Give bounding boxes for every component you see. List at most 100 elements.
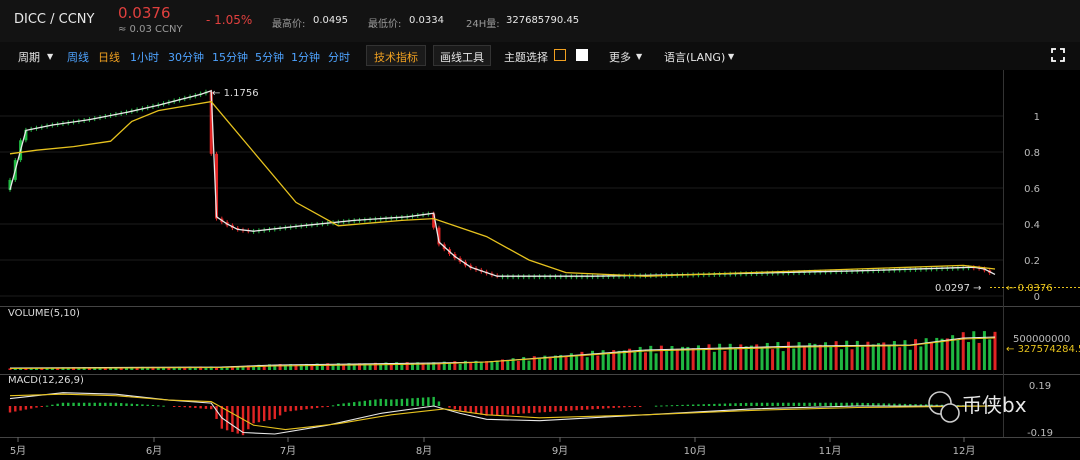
- macd-bar: [331, 405, 335, 407]
- period-timeline[interactable]: 分时: [328, 49, 350, 65]
- macd-bar: [469, 406, 472, 413]
- converted-price: ≈ 0.03 CCNY: [118, 24, 183, 35]
- watermark: 币侠bx: [928, 391, 1027, 423]
- macd-bar: [623, 406, 626, 408]
- macd-bar: [321, 406, 324, 408]
- macd-bar: [792, 402, 795, 406]
- macd-bar: [262, 406, 266, 422]
- period-15m[interactable]: 15分钟: [212, 49, 248, 65]
- macd-bar: [755, 402, 758, 406]
- volume-bar: [839, 349, 843, 370]
- macd-bar: [496, 406, 499, 416]
- macd-bar: [98, 402, 102, 406]
- min-price-label: 0.0297 →: [935, 283, 982, 294]
- date-tick-label: 9月: [552, 445, 568, 457]
- volume-bar: [495, 360, 499, 370]
- volume-bar: [448, 363, 452, 370]
- macd-bar: [178, 406, 181, 407]
- macd-bar: [379, 398, 382, 406]
- volume-bar: [331, 365, 335, 370]
- theme-light-swatch[interactable]: [576, 49, 588, 61]
- date-tick-label: 8月: [416, 445, 432, 457]
- macd-bar: [411, 398, 414, 406]
- macd-bar: [390, 399, 393, 406]
- macd-bar: [850, 402, 854, 406]
- macd-bar: [575, 406, 578, 411]
- volume-bar: [861, 346, 865, 370]
- macd-panel-title: MACD(12,26,9): [8, 375, 84, 386]
- macd-bar: [453, 406, 457, 410]
- macd-bar: [787, 402, 790, 406]
- period-5m[interactable]: 5分钟: [255, 49, 284, 65]
- macd-bar: [840, 402, 843, 406]
- theme-dark-swatch[interactable]: [554, 49, 566, 61]
- macd-bar: [40, 406, 43, 407]
- macd-bar: [808, 402, 811, 406]
- price-tick-label: 1: [1034, 112, 1040, 123]
- macd-bar: [358, 401, 361, 406]
- macd-bar: [691, 404, 695, 406]
- macd-bar: [162, 405, 165, 407]
- more-chevron-icon[interactable]: ▼: [636, 52, 642, 61]
- macd-bar: [151, 405, 155, 407]
- macd-bar: [633, 406, 637, 407]
- macd-bar: [353, 402, 356, 406]
- macd-bar: [252, 406, 255, 424]
- macd-bar: [718, 403, 721, 406]
- macd-tick-label: -0.19: [1027, 428, 1053, 439]
- macd-bar: [638, 406, 642, 407]
- macd-bar: [533, 406, 536, 413]
- macd-bar: [19, 406, 22, 411]
- volume-bar: [654, 353, 658, 370]
- period-menu[interactable]: 周期: [18, 49, 40, 65]
- period-30m[interactable]: 30分钟: [168, 49, 204, 65]
- macd-bar: [766, 402, 769, 406]
- macd-bar: [517, 406, 520, 414]
- macd-bar: [88, 402, 91, 406]
- volume-bar: [643, 352, 647, 370]
- macd-histogram: [8, 396, 981, 436]
- macd-bar: [813, 402, 817, 406]
- macd-bar: [284, 406, 287, 412]
- price-tick-label: 0.8: [1024, 148, 1040, 159]
- more-menu[interactable]: 更多: [609, 49, 631, 65]
- language-chevron-icon[interactable]: ▼: [728, 52, 734, 61]
- low-value: 0.0334: [409, 15, 444, 26]
- macd-bar: [120, 403, 123, 406]
- macd-bar: [104, 402, 107, 406]
- macd-bar: [803, 402, 806, 406]
- macd-bar: [554, 406, 557, 412]
- volume-bar: [882, 342, 886, 370]
- macd-bar: [247, 406, 250, 430]
- high-label: 最高价:: [272, 19, 306, 30]
- macd-bar: [586, 406, 589, 410]
- period-1h[interactable]: 1小时: [130, 49, 159, 65]
- period-1m[interactable]: 1分钟: [291, 49, 320, 65]
- volume-bar: [564, 355, 568, 370]
- macd-bar: [241, 406, 245, 436]
- period-chevron-icon[interactable]: ▼: [47, 52, 53, 61]
- macd-bar: [368, 400, 372, 406]
- macd-bar: [665, 405, 668, 407]
- volume-bar: [538, 358, 542, 370]
- price-change: - 1.05%: [206, 13, 253, 27]
- date-tick-label: 12月: [953, 445, 976, 457]
- volume-bar: [956, 339, 960, 370]
- language-menu[interactable]: 语言(LANG): [664, 49, 725, 65]
- ticker-header: DICC / CCNY 0.0376 ≈ 0.03 CCNY - 1.05% 最…: [0, 0, 1080, 42]
- period-week[interactable]: 周线: [67, 49, 89, 65]
- macd-bar: [114, 402, 118, 406]
- volume-bar: [850, 349, 854, 370]
- period-day[interactable]: 日线: [98, 49, 120, 65]
- macd-bar: [416, 397, 419, 406]
- volume-bar: [771, 349, 775, 370]
- macd-bar: [384, 399, 388, 406]
- kline-chart[interactable]: 10.80.60.40.205000000000.19-0.19 5月 6月 7月 8…: [0, 70, 1080, 460]
- macd-bar: [29, 406, 33, 409]
- macd-bar: [188, 406, 192, 408]
- fullscreen-icon[interactable]: [1051, 48, 1065, 62]
- volume-bar: [469, 363, 473, 370]
- volume-bar: [617, 350, 621, 370]
- volume-bar: [458, 363, 462, 370]
- macd-bar: [570, 406, 573, 411]
